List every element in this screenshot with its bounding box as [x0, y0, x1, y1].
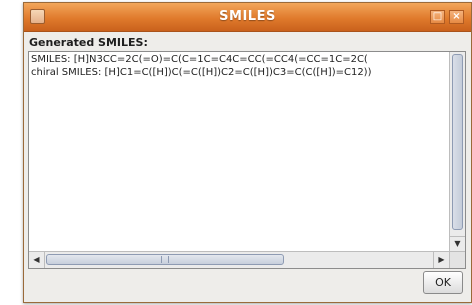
- window-title: SMILES: [219, 9, 276, 24]
- scroll-right-icon[interactable]: ▶: [433, 252, 449, 268]
- horizontal-scrollbar[interactable]: ◀ ▶: [29, 251, 449, 268]
- maximize-icon[interactable]: □: [430, 10, 445, 24]
- section-heading: Generated SMILES:: [29, 36, 148, 49]
- ok-button[interactable]: OK: [423, 271, 463, 294]
- chiral-smiles-line: chiral SMILES: [H]C1=C([H])C(=C([H])C2=C…: [31, 67, 372, 78]
- horizontal-scroll-thumb[interactable]: [46, 254, 284, 265]
- smiles-dialog: SMILES □ × Generated SMILES: SMILES: [H]…: [23, 2, 472, 303]
- scroll-down-icon[interactable]: ▼: [450, 236, 465, 251]
- smiles-text-area[interactable]: SMILES: [H]N3CC=2C(=O)=C(C=1C=C4C=CC(=CC…: [30, 53, 448, 251]
- close-icon[interactable]: ×: [449, 10, 464, 24]
- vertical-scrollbar[interactable]: ▼: [449, 52, 465, 251]
- thumb-grip-icon: [161, 256, 169, 263]
- smiles-line: SMILES: [H]N3CC=2C(=O)=C(C=1C=C4C=CC(=CC…: [31, 54, 368, 65]
- title-bar[interactable]: SMILES □ ×: [24, 3, 471, 32]
- scroll-left-icon[interactable]: ◀: [29, 252, 45, 268]
- vertical-scroll-thumb[interactable]: [452, 54, 463, 230]
- scroll-corner: [449, 251, 465, 268]
- smiles-scroll-pane: SMILES: [H]N3CC=2C(=O)=C(C=1C=C4C=CC(=CC…: [28, 51, 466, 269]
